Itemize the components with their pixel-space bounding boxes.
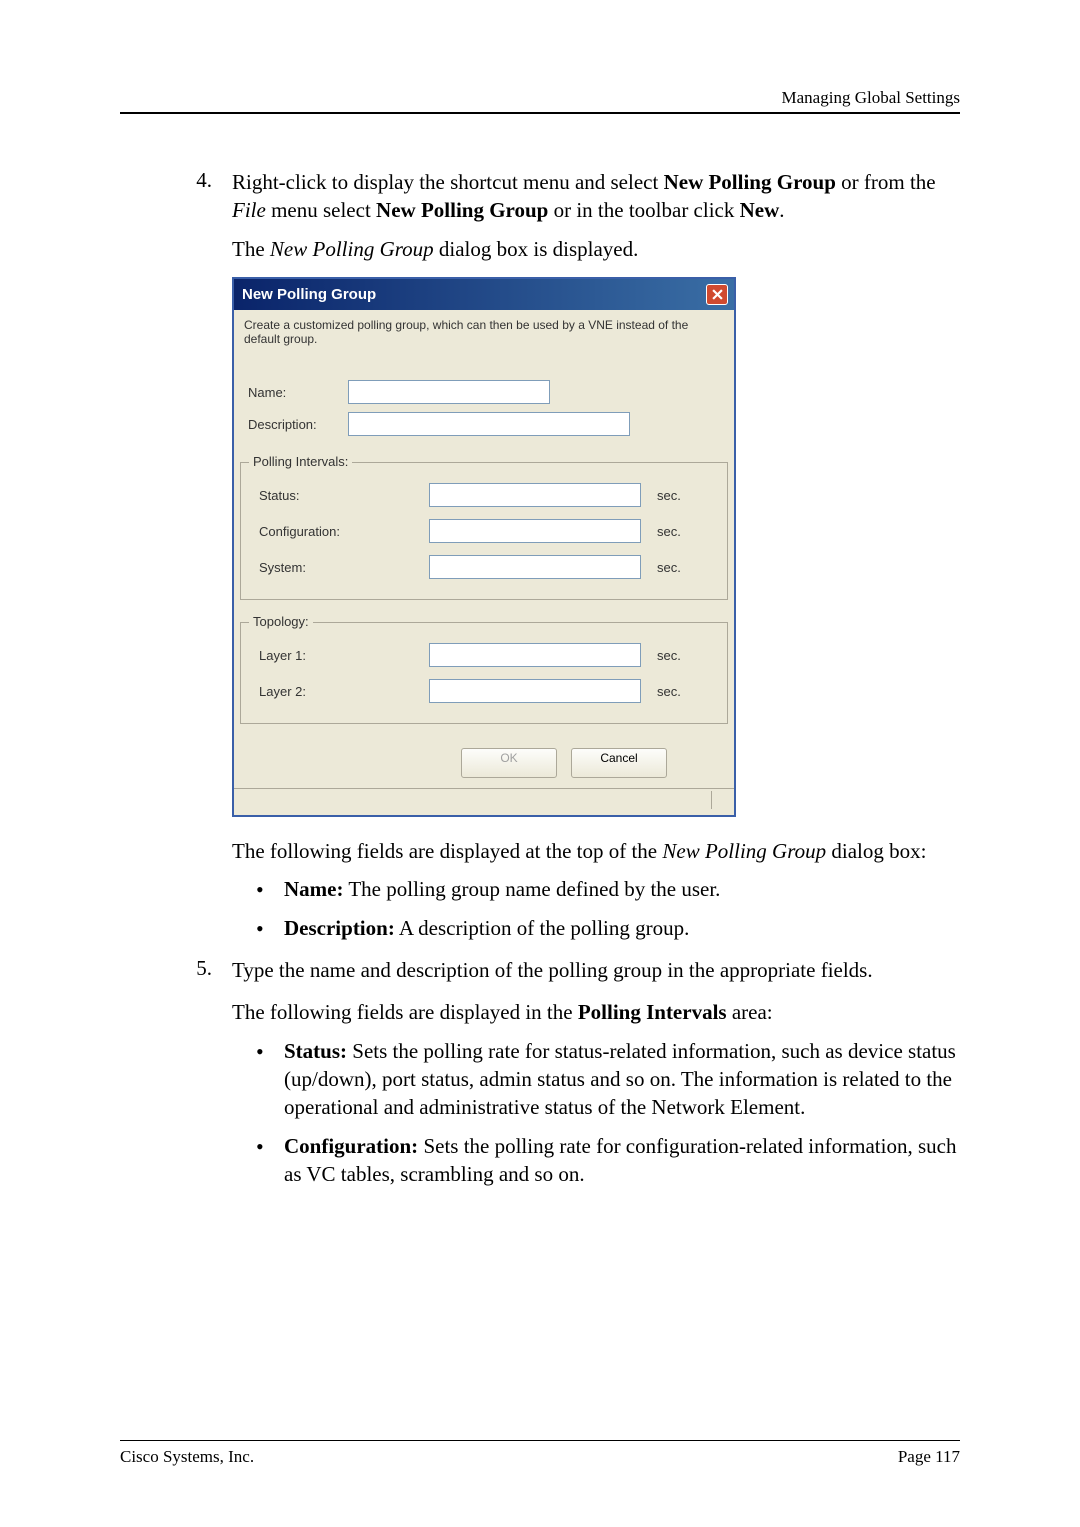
system-label: System: (255, 560, 429, 575)
text: The following fields are displayed at th… (232, 839, 662, 863)
text: Description: (284, 916, 395, 940)
unit-label: sec. (657, 684, 681, 699)
running-header: Managing Global Settings (120, 88, 960, 114)
list-item: Configuration: Sets the polling rate for… (256, 1132, 960, 1189)
text: New Polling Group (662, 839, 826, 863)
text: dialog box: (826, 839, 926, 863)
text: New (740, 198, 780, 222)
bullet-list: Status: Sets the polling rate for status… (232, 1037, 960, 1189)
text: New Polling Group (270, 237, 434, 261)
paragraph: The following fields are displayed in th… (232, 998, 960, 1026)
status-label: Status: (255, 488, 429, 503)
step-number: 4. (120, 168, 232, 225)
dialog-titlebar: New Polling Group (234, 279, 734, 310)
description-label: Description: (248, 417, 348, 432)
text: Configuration: (284, 1134, 418, 1158)
list-item: Description: A description of the pollin… (256, 914, 960, 942)
polling-intervals-legend: Polling Intervals: (249, 454, 352, 469)
ok-button[interactable]: OK (461, 748, 557, 778)
configuration-input[interactable] (429, 519, 641, 543)
page-footer: Cisco Systems, Inc. Page 117 (120, 1440, 960, 1467)
layer2-input[interactable] (429, 679, 641, 703)
text: . (779, 198, 784, 222)
system-input[interactable] (429, 555, 641, 579)
list-item: Name: The polling group name defined by … (256, 875, 960, 903)
layer1-label: Layer 1: (255, 648, 429, 663)
new-polling-group-dialog: New Polling Group Create a customized po… (232, 277, 736, 817)
dialog-description: Create a customized polling group, which… (234, 310, 734, 376)
step-number: 5. (120, 956, 232, 984)
topology-fieldset: Topology: Layer 1: sec. Layer 2: sec. (240, 622, 728, 724)
text: File (232, 198, 266, 222)
unit-label: sec. (657, 648, 681, 663)
text: The polling group name defined by the us… (343, 877, 720, 901)
text: area: (727, 1000, 773, 1024)
layer2-label: Layer 2: (255, 684, 429, 699)
footer-left: Cisco Systems, Inc. (120, 1447, 254, 1467)
configuration-label: Configuration: (255, 524, 429, 539)
text: dialog box is displayed. (434, 237, 639, 261)
topology-legend: Topology: (249, 614, 313, 629)
unit-label: sec. (657, 488, 681, 503)
step-body: Type the name and description of the pol… (232, 956, 960, 984)
footer-right: Page 117 (898, 1447, 960, 1467)
status-input[interactable] (429, 483, 641, 507)
text: Sets the polling rate for status-related… (284, 1039, 956, 1120)
step-body: Right-click to display the shortcut menu… (232, 168, 960, 225)
text: or in the toolbar click (548, 198, 739, 222)
resize-grip-icon[interactable] (711, 791, 730, 809)
polling-intervals-fieldset: Polling Intervals: Status: sec. Configur… (240, 462, 728, 600)
text: Status: (284, 1039, 347, 1063)
text: A description of the polling group. (395, 916, 690, 940)
dialog-title: New Polling Group (242, 286, 376, 303)
text: menu select (266, 198, 376, 222)
close-icon[interactable] (706, 284, 728, 305)
text: New Polling Group (664, 170, 836, 194)
description-input[interactable] (348, 412, 630, 436)
paragraph: The New Polling Group dialog box is disp… (232, 235, 960, 263)
text: or from the (836, 170, 936, 194)
text: Name: (284, 877, 343, 901)
unit-label: sec. (657, 560, 681, 575)
layer1-input[interactable] (429, 643, 641, 667)
text: Right-click to display the shortcut menu… (232, 170, 664, 194)
text: Polling Intervals (578, 1000, 727, 1024)
button-row: OK Cancel (240, 734, 728, 788)
dialog-statusbar (234, 788, 734, 815)
text: The following fields are displayed in th… (232, 1000, 578, 1024)
step-5: 5. Type the name and description of the … (120, 956, 960, 984)
cancel-button[interactable]: Cancel (571, 748, 667, 778)
name-input[interactable] (348, 380, 550, 404)
name-label: Name: (248, 385, 348, 400)
bullet-list: Name: The polling group name defined by … (232, 875, 960, 942)
step-4: 4. Right-click to display the shortcut m… (120, 168, 960, 225)
unit-label: sec. (657, 524, 681, 539)
paragraph: The following fields are displayed at th… (232, 837, 960, 865)
text: The (232, 237, 270, 261)
text: New Polling Group (376, 198, 548, 222)
list-item: Status: Sets the polling rate for status… (256, 1037, 960, 1122)
